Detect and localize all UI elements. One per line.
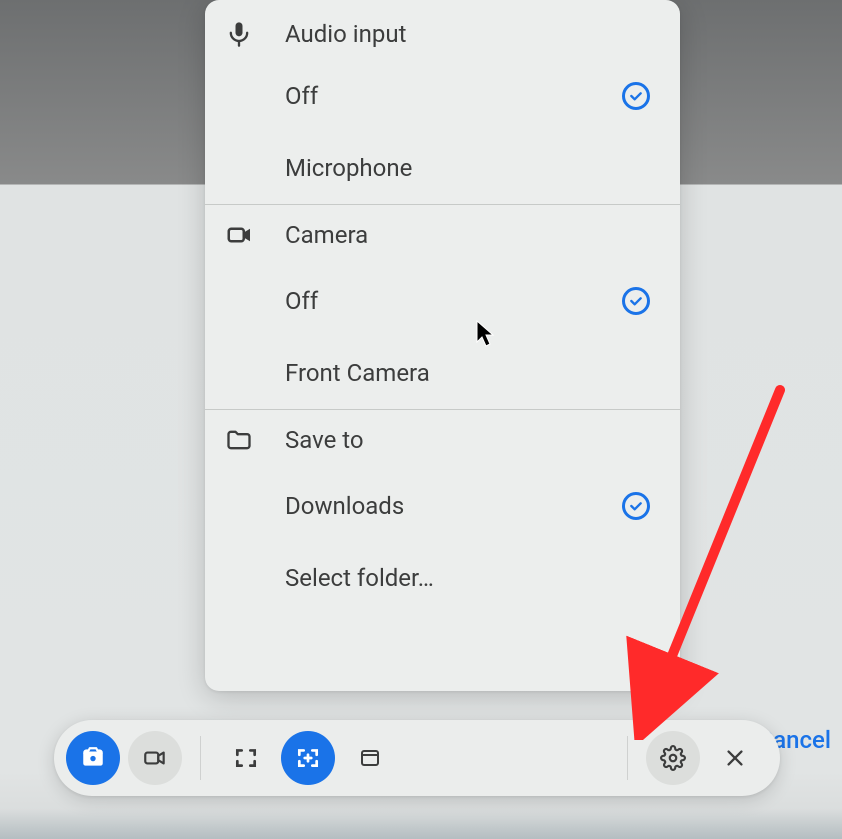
saveto-option-downloads[interactable]: Downloads bbox=[205, 470, 680, 542]
saveto-option-select-folder[interactable]: Select folder… bbox=[205, 542, 680, 614]
desktop-shelf-hint bbox=[0, 809, 842, 839]
close-button[interactable] bbox=[708, 731, 762, 785]
toolbar-separator bbox=[200, 736, 201, 780]
section-audio-title: Audio input bbox=[285, 20, 406, 48]
audio-option-microphone[interactable]: Microphone bbox=[205, 132, 680, 204]
section-save-to: Save to Downloads Select folder… bbox=[205, 409, 680, 614]
section-camera-title: Camera bbox=[285, 221, 368, 249]
camera-option-front[interactable]: Front Camera bbox=[205, 337, 680, 409]
mic-icon bbox=[225, 20, 265, 48]
section-audio-header: Audio input bbox=[205, 0, 680, 60]
empty-check-slot bbox=[618, 150, 654, 186]
folder-icon bbox=[225, 426, 265, 454]
partial-capture-button[interactable] bbox=[281, 731, 335, 785]
screenshot-mode-button[interactable] bbox=[66, 731, 120, 785]
audio-option-microphone-label: Microphone bbox=[285, 154, 412, 182]
selected-check-icon bbox=[618, 488, 654, 524]
empty-check-slot bbox=[618, 355, 654, 391]
audio-option-off[interactable]: Off bbox=[205, 60, 680, 132]
audio-option-off-label: Off bbox=[285, 82, 318, 110]
section-camera: Camera Off Front Camera bbox=[205, 204, 680, 409]
selected-check-icon bbox=[618, 283, 654, 319]
saveto-option-downloads-label: Downloads bbox=[285, 492, 404, 520]
camera-option-off[interactable]: Off bbox=[205, 265, 680, 337]
screen-capture-toolbar bbox=[54, 720, 780, 796]
section-saveto-title: Save to bbox=[285, 426, 364, 454]
empty-check-slot bbox=[618, 560, 654, 596]
section-camera-header: Camera bbox=[205, 205, 680, 265]
section-saveto-header: Save to bbox=[205, 410, 680, 470]
screen-record-mode-button[interactable] bbox=[128, 731, 182, 785]
section-audio-input: Audio input Off Microphone bbox=[205, 0, 680, 204]
window-capture-button[interactable] bbox=[343, 731, 397, 785]
capture-settings-panel: Audio input Off Microphone Camera bbox=[205, 0, 680, 691]
selected-check-icon bbox=[618, 78, 654, 114]
toolbar-separator bbox=[627, 736, 628, 780]
fullscreen-capture-button[interactable] bbox=[219, 731, 273, 785]
settings-button[interactable] bbox=[646, 731, 700, 785]
videocam-icon bbox=[225, 220, 265, 250]
camera-option-front-label: Front Camera bbox=[285, 359, 430, 387]
saveto-option-select-folder-label: Select folder… bbox=[285, 564, 434, 592]
camera-option-off-label: Off bbox=[285, 287, 318, 315]
